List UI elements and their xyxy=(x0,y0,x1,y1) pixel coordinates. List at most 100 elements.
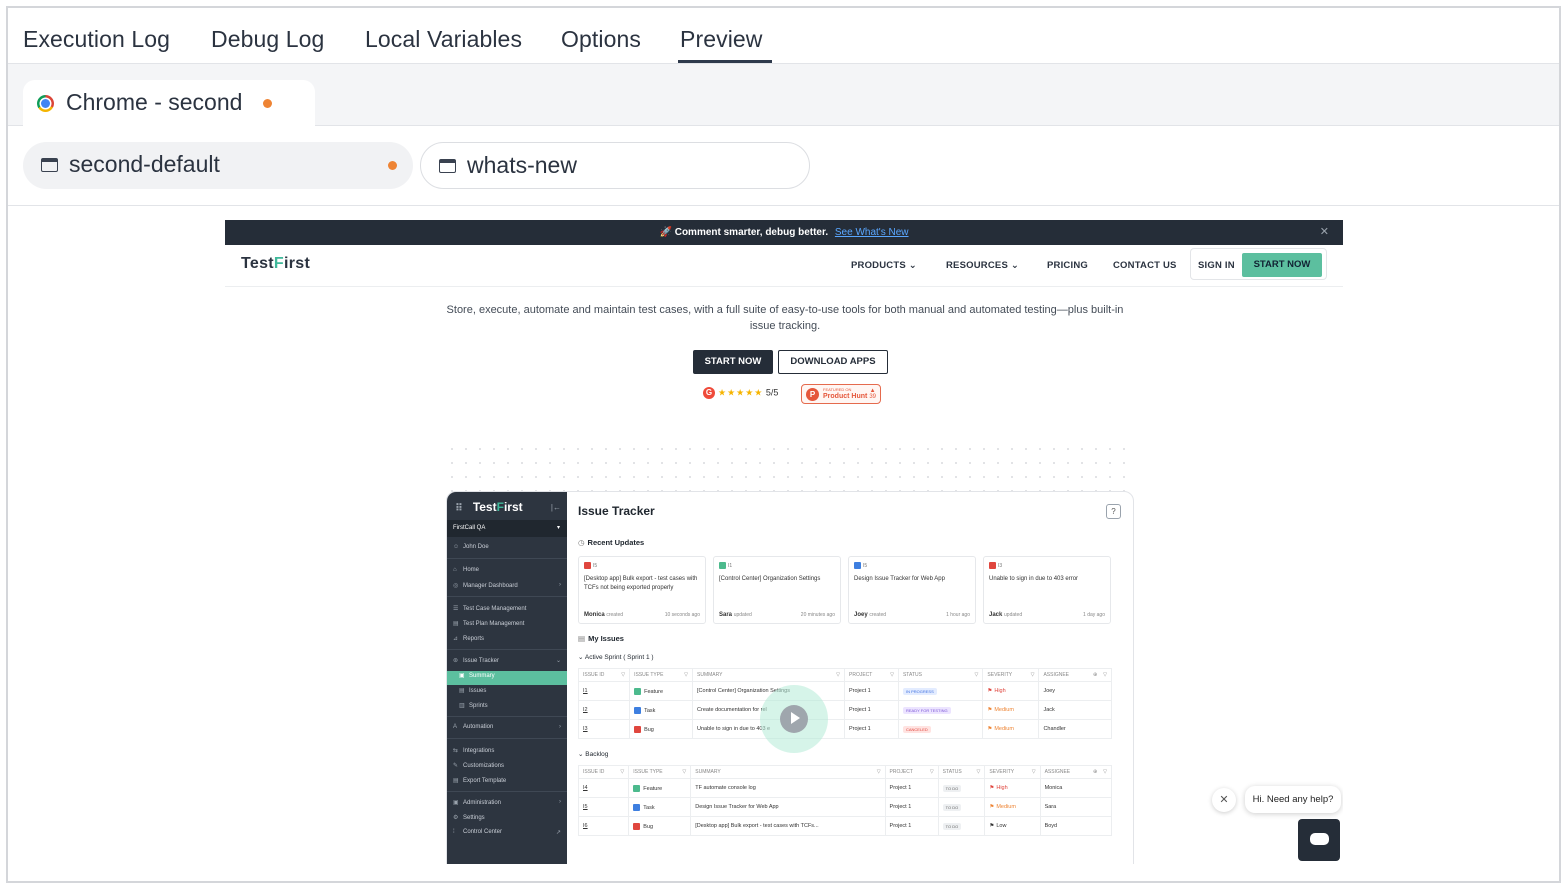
sign-in-button[interactable]: SIGN IN xyxy=(1198,260,1235,271)
column-header[interactable]: ISSUE TYPE ▽ xyxy=(629,668,694,682)
table-row[interactable]: I6 Bug [Desktop app] Bulk export - test ca… xyxy=(577,816,1113,836)
column-header[interactable]: SUMMARY ▽ xyxy=(692,668,845,682)
column-header[interactable]: ISSUE TYPE ▽ xyxy=(628,765,692,779)
tab-execution-log[interactable]: Execution Log xyxy=(23,26,170,53)
column-header[interactable]: SEVERITY ▽ xyxy=(984,765,1041,779)
column-header[interactable]: ISSUE ID ▽ xyxy=(577,668,631,682)
grid-icon: ⠿ xyxy=(455,503,463,514)
table-row[interactable]: I1 Feature [Control Center] Organization S… xyxy=(577,681,1112,701)
issue-id[interactable]: I4 xyxy=(577,778,630,798)
sidebar-item-manager-dashboard[interactable]: ◎ Manager Dashboard xyxy=(453,582,518,589)
issue-id[interactable]: I1 xyxy=(577,681,631,701)
collapse-icon[interactable]: |← xyxy=(551,503,561,512)
window-tab-whats-new[interactable]: whats-new xyxy=(420,142,810,189)
chat-icon[interactable] xyxy=(1298,819,1340,861)
backlog-title[interactable]: ⌄ Backlog xyxy=(578,750,608,758)
table-row[interactable]: I4 Feature TF automate console log Project … xyxy=(577,778,1113,798)
column-header[interactable]: ASSIGNEE ▽ ⊕ xyxy=(1038,668,1112,682)
whats-new-link[interactable]: See What's New xyxy=(835,227,909,238)
sidebar-item-test-plan-management[interactable]: ▤ Test Plan Management xyxy=(453,620,524,627)
filter-icon: ▽ xyxy=(974,672,979,678)
sidebar-item-home[interactable]: ⌂ Home xyxy=(453,567,479,573)
tab-debug-log[interactable]: Debug Log xyxy=(211,26,324,53)
testfirst-logo[interactable]: TestFirst xyxy=(241,255,310,273)
nav-resources[interactable]: RESOURCES ⌄ xyxy=(946,260,1019,271)
sidebar-item-issues[interactable]: ▤ Issues xyxy=(459,687,486,694)
sidebar-item-export-template[interactable]: ▤ Export Template xyxy=(453,777,506,784)
sidebar-item-settings[interactable]: ⚙ Settings xyxy=(453,814,485,821)
column-header[interactable]: STATUS ▽ xyxy=(937,765,986,779)
issue-id: I3 xyxy=(989,562,1002,569)
close-icon[interactable]: ✕ xyxy=(1320,220,1329,245)
list-icon: ☰ xyxy=(453,606,459,612)
issue-id[interactable]: I2 xyxy=(577,700,631,720)
column-header[interactable]: ASSIGNEE ▽ ⊕ xyxy=(1039,765,1113,779)
sidebar-item-control-center[interactable]: ⁞ Control Center xyxy=(453,829,502,835)
browser-tab-label: Chrome - second xyxy=(66,89,243,115)
issue-project: Project 1 xyxy=(844,681,899,701)
sidebar-item-sprints[interactable]: ▥ Sprints xyxy=(459,702,488,709)
window-tab-label: second-default xyxy=(69,151,220,177)
nav-contact-us[interactable]: CONTACT US xyxy=(1113,260,1177,271)
active-sprint-title[interactable]: ⌄ Active Sprint ( Sprint 1 ) xyxy=(578,653,654,661)
filter-icon: ▽ xyxy=(1030,672,1035,678)
help-chat-bubble[interactable]: Hi. Need any help? xyxy=(1245,786,1341,813)
recent-update-card[interactable]: I3 Unable to sign in due to 403 error Jack… xyxy=(983,556,1111,624)
issue-summary[interactable]: TF automate console log xyxy=(690,778,886,798)
card-summary: [Control Center] Organization Settings xyxy=(719,576,821,582)
issue-id[interactable]: I6 xyxy=(577,816,630,836)
start-now-button[interactable]: START NOW xyxy=(693,350,773,374)
column-header[interactable]: STATUS ▽ xyxy=(897,668,984,682)
sidebar-item-automation[interactable]: A Automation xyxy=(453,724,493,730)
status-badge: TO DO xyxy=(942,822,962,830)
help-icon[interactable]: ? xyxy=(1106,504,1121,519)
workspace-selector[interactable]: FirstCall QA ▾ xyxy=(447,520,567,537)
nav-products[interactable]: PRODUCTS ⌄ xyxy=(851,260,917,271)
product-hunt-badge[interactable]: P FEATURED ON Product Hunt ▲ 39 xyxy=(801,384,881,404)
recent-update-card[interactable]: I1 [Control Center] Organization Settings… xyxy=(713,556,841,624)
card-time: 10 seconds ago xyxy=(664,612,700,618)
page-title: Issue Tracker xyxy=(578,504,655,518)
recent-update-card[interactable]: I5 [Desktop app] Bulk export - test cases… xyxy=(578,556,706,624)
control-icon: ⁞ xyxy=(453,829,455,835)
column-header[interactable]: PROJECT ▽ xyxy=(884,765,939,779)
sidebar-item-administration[interactable]: ▣ Administration xyxy=(453,799,501,806)
download-apps-button[interactable]: DOWNLOAD APPS xyxy=(778,350,888,374)
sidebar-item-summary[interactable]: ▣ Summary xyxy=(459,672,495,679)
issue-summary[interactable]: Design Issue Tracker for Web App xyxy=(690,797,886,817)
sidebar-item-reports[interactable]: ⊿ Reports xyxy=(453,635,484,642)
tab-options[interactable]: Options xyxy=(561,26,641,53)
column-header[interactable]: SEVERITY ▽ xyxy=(982,668,1040,682)
sidebar-item-test-case-management[interactable]: ☰ Test Case Management xyxy=(453,605,526,612)
tab-local-variables[interactable]: Local Variables xyxy=(365,26,522,53)
close-icon[interactable]: ✕ xyxy=(1212,788,1236,812)
start-now-nav-button[interactable]: START NOW xyxy=(1242,253,1322,277)
sidebar-item-customizations[interactable]: ✎ Customizations xyxy=(453,762,504,769)
play-icon xyxy=(791,712,800,724)
table-row[interactable]: I5 Task Design Issue Tracker for Web App Pr… xyxy=(577,797,1113,817)
g2-rating[interactable]: G ★★★★★ 5/5 xyxy=(703,387,778,399)
table-row[interactable]: I3 Bug Unable to sign in due to 403 e Proje… xyxy=(577,719,1112,739)
sidebar-item-issue-tracker[interactable]: ⊛ Issue Tracker xyxy=(453,657,499,664)
announcement-text: 🚀 Comment smarter, debug better. xyxy=(659,227,829,238)
chevron-right-icon: › xyxy=(559,582,561,588)
sidebar-item-integrations[interactable]: ⇆ Integrations xyxy=(453,747,494,754)
chevron-right-icon: › xyxy=(559,799,561,805)
browser-tab-chrome-second[interactable]: Chrome - second xyxy=(23,80,315,127)
card-time: 20 minutes ago xyxy=(800,612,835,618)
column-header[interactable]: PROJECT ▽ xyxy=(844,668,899,682)
filter-icon: ▽ xyxy=(836,672,840,678)
column-header[interactable]: ISSUE ID ▽ xyxy=(577,765,630,779)
table-row[interactable]: I2 Task Create documentation for rel Projec… xyxy=(577,700,1112,720)
issue-id[interactable]: I5 xyxy=(577,797,630,817)
issue-summary[interactable]: [Desktop app] Bulk export - test cases w… xyxy=(690,816,886,836)
sidebar-logo: ⠿ TestFirst xyxy=(455,500,523,514)
issue-id[interactable]: I3 xyxy=(577,719,631,739)
recent-update-card[interactable]: I5 Design Issue Tracker for Web App Joey c… xyxy=(848,556,976,624)
window-tab-second-default[interactable]: second-default xyxy=(23,142,413,189)
tab-preview[interactable]: Preview xyxy=(680,26,763,53)
nav-pricing[interactable]: PRICING xyxy=(1047,260,1088,271)
column-header[interactable]: SUMMARY ▽ xyxy=(690,765,886,779)
sidebar-user[interactable]: ☺ John Doe xyxy=(453,544,489,550)
add-icon: ⊕ xyxy=(1092,769,1098,775)
